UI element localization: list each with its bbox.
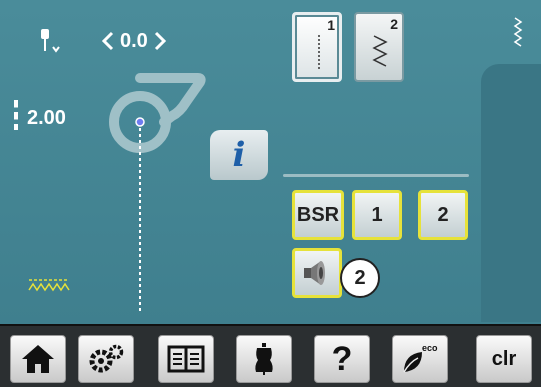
stitch-number: 2: [390, 16, 398, 32]
needle-position-control: 0.0: [100, 28, 168, 54]
help-button[interactable]: ?: [314, 335, 370, 383]
eco-icon: eco: [403, 343, 438, 373]
stitch-number: 1: [327, 17, 335, 33]
home-icon: [22, 345, 54, 373]
right-side-panel: [481, 64, 541, 322]
clear-label: clr: [491, 347, 517, 370]
needle-icon: [41, 29, 60, 53]
sound-button[interactable]: [292, 248, 342, 298]
gears-icon: [89, 344, 124, 373]
section-divider: [283, 174, 469, 177]
needle-position-value: 0.0: [120, 29, 148, 52]
bsr-button[interactable]: BSR: [292, 190, 344, 240]
sewing-screen: 0.0 2.00 i 1 2 BSR 1 2 2: [0, 0, 541, 324]
info-icon: i: [232, 135, 246, 175]
speaker-icon: [304, 261, 325, 285]
dress-form-icon: [255, 343, 273, 375]
presser-foot-graphic: [109, 73, 206, 312]
mode-2-button[interactable]: 2: [418, 190, 468, 240]
needle-right-button[interactable]: [152, 29, 168, 53]
setup-button[interactable]: [78, 335, 134, 383]
stitch-2-button[interactable]: 2: [354, 12, 404, 82]
help-icon: ?: [331, 339, 353, 378]
zigzag-stitch-icon: [372, 35, 388, 67]
callout-marker: 2: [340, 258, 380, 298]
svg-text:eco: eco: [422, 343, 438, 353]
bottom-navigation-bar: ? eco clr: [0, 324, 541, 387]
clear-button[interactable]: clr: [476, 335, 532, 383]
creative-consultant-button[interactable]: [236, 335, 292, 383]
chevron-left-icon: [102, 31, 114, 51]
home-button[interactable]: [10, 335, 66, 383]
chevron-right-icon: [154, 31, 166, 51]
needle-up-down-indicator[interactable]: [35, 27, 65, 57]
stitch-width-value[interactable]: 2.00: [27, 107, 66, 130]
info-button[interactable]: i: [210, 130, 268, 180]
mode-1-button[interactable]: 1: [352, 190, 402, 240]
straight-stitch-icon: [318, 35, 320, 71]
needle-left-button[interactable]: [100, 29, 116, 53]
stitch-width-indicator: [14, 100, 18, 130]
book-icon: [167, 345, 205, 373]
eco-button[interactable]: eco: [392, 335, 448, 383]
zigzag-scroll-icon: [513, 17, 523, 47]
stitch-1-button[interactable]: 1: [292, 12, 342, 82]
stitch-length-icon[interactable]: [28, 276, 70, 292]
tutorial-button[interactable]: [158, 335, 214, 383]
